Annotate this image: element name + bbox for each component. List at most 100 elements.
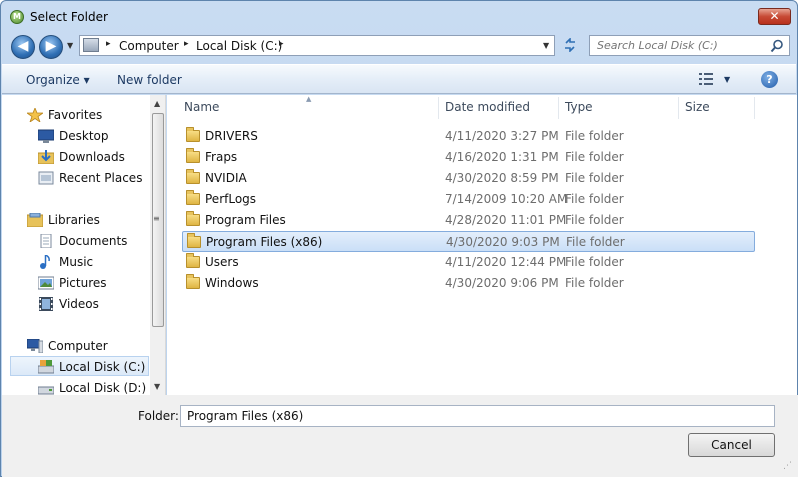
address-bar[interactable]: ▸ Computer ▸ Local Disk (C:) ▸ ▼ <box>79 35 555 56</box>
forward-button[interactable]: ▶ <box>39 35 63 59</box>
sidebar-item-label: Desktop <box>59 129 109 143</box>
column-divider[interactable] <box>678 97 679 119</box>
back-button[interactable]: ◀ <box>11 35 35 59</box>
folder-type: File folder <box>565 192 624 206</box>
title-bar[interactable]: M Select Folder ✕ <box>1 1 797 31</box>
breadcrumb-separator[interactable]: ▸ <box>279 39 284 49</box>
sidebar-scrollbar[interactable]: ▲ ≡ ▼ <box>150 95 165 395</box>
folder-type: File folder <box>565 129 624 143</box>
resize-grip-icon[interactable]: ⋰ <box>783 461 792 471</box>
folder-date: 4/30/2020 8:59 PM <box>445 171 559 185</box>
search-icon[interactable] <box>770 39 784 53</box>
folder-name: Windows <box>205 276 259 290</box>
drive-icon <box>38 360 54 374</box>
column-divider[interactable] <box>754 97 755 119</box>
window-title: Select Folder <box>30 10 108 24</box>
help-icon[interactable]: ? <box>761 71 778 88</box>
sidebar-item-pictures[interactable]: Pictures <box>2 273 149 293</box>
sidebar-item-label: Favorites <box>48 108 103 122</box>
cancel-button[interactable]: Cancel <box>688 433 775 457</box>
sidebar-group-favorites[interactable]: Favorites <box>2 105 149 125</box>
folder-icon <box>186 253 200 268</box>
column-divider[interactable] <box>438 97 439 119</box>
folder-icon <box>186 169 200 184</box>
folder-type: File folder <box>565 255 624 269</box>
folder-row[interactable]: Windows 4/30/2020 9:06 PM File folder <box>182 273 755 294</box>
recent-places-icon <box>38 171 54 185</box>
computer-icon <box>27 339 43 353</box>
folder-row[interactable]: Fraps 4/16/2020 1:31 PM File folder <box>182 147 755 168</box>
sidebar-item-local-disk-d[interactable]: Local Disk (D:) <box>2 378 149 395</box>
sidebar-group-libraries[interactable]: Libraries <box>2 210 149 230</box>
folder-date: 4/11/2020 12:44 PM <box>445 255 567 269</box>
recent-locations-dropdown[interactable]: ▼ <box>67 41 73 50</box>
folder-row[interactable]: Program Files 4/28/2020 11:01 PM File fo… <box>182 210 755 231</box>
folder-row[interactable]: Users 4/11/2020 12:44 PM File folder <box>182 252 755 273</box>
sidebar-item-desktop[interactable]: Desktop <box>2 126 149 146</box>
breadcrumb-separator[interactable]: ▸ <box>106 39 111 49</box>
pictures-icon <box>38 276 54 290</box>
scrollbar-grip-icon: ≡ <box>153 214 160 223</box>
folder-name: Program Files (x86) <box>206 235 323 249</box>
views-icon[interactable] <box>699 73 713 85</box>
sidebar-item-local-disk-c[interactable]: Local Disk (C:) <box>10 356 149 376</box>
new-folder-button[interactable]: New folder <box>117 73 182 87</box>
sidebar-item-recent-places[interactable]: Recent Places <box>2 168 149 188</box>
music-icon <box>40 255 50 269</box>
scroll-up-icon[interactable]: ▲ <box>154 99 160 108</box>
libraries-icon <box>27 213 43 227</box>
folder-type: File folder <box>565 171 624 185</box>
sidebar-item-music[interactable]: Music <box>2 252 149 272</box>
sidebar-item-label: Local Disk (D:) <box>59 381 147 395</box>
folder-date: 4/28/2020 11:01 PM <box>445 213 567 227</box>
command-toolbar: Organize ▾ New folder ▼ ? <box>2 64 796 94</box>
folder-icon <box>186 190 200 205</box>
close-button[interactable]: ✕ <box>758 8 791 25</box>
search-box[interactable] <box>589 35 790 56</box>
folder-row[interactable]: PerfLogs 7/14/2009 10:20 AM File folder <box>182 189 755 210</box>
sidebar-item-label: Computer <box>48 339 108 353</box>
sidebar-item-label: Downloads <box>59 150 125 164</box>
search-input[interactable] <box>590 36 766 55</box>
videos-icon <box>39 297 53 311</box>
folder-date: 7/14/2009 10:20 AM <box>445 192 568 206</box>
folder-name: Users <box>205 255 239 269</box>
app-icon: M <box>10 10 24 24</box>
folder-type: File folder <box>565 213 624 227</box>
sidebar-item-label: Documents <box>59 234 128 248</box>
computer-location-icon <box>83 38 99 52</box>
sidebar-group-computer[interactable]: Computer <box>2 336 149 356</box>
column-header-date-modified[interactable]: Date modified <box>445 100 530 114</box>
column-header-size[interactable]: Size <box>685 100 710 114</box>
folder-row[interactable]: DRIVERS 4/11/2020 3:27 PM File folder <box>182 126 755 147</box>
refresh-button[interactable] <box>559 35 581 56</box>
file-list: ▲ Name Date modified Type Size DRIVERS 4… <box>167 95 797 395</box>
column-header-type[interactable]: Type <box>565 100 593 114</box>
folder-date: 4/30/2020 9:03 PM <box>446 235 560 249</box>
sidebar-item-documents[interactable]: Documents <box>2 231 149 251</box>
sidebar-item-downloads[interactable]: Downloads <box>2 147 149 167</box>
dialog-footer: Folder: Cancel ⋰ <box>2 395 798 477</box>
address-dropdown-icon[interactable]: ▼ <box>543 41 549 50</box>
select-folder-dialog: M Select Folder ✕ ◀ ▶ ▼ ▸ Computer ▸ Loc… <box>0 0 798 477</box>
views-dropdown-icon[interactable]: ▼ <box>724 75 730 84</box>
sidebar-item-label: Recent Places <box>59 171 143 185</box>
folder-name-field[interactable] <box>180 405 775 427</box>
breadcrumb-separator[interactable]: ▸ <box>184 39 189 49</box>
sidebar-item-label: Music <box>59 255 94 269</box>
sidebar-item-label: Pictures <box>59 276 107 290</box>
folder-row[interactable]: NVIDIA 4/30/2020 8:59 PM File folder <box>182 168 755 189</box>
breadcrumb-computer[interactable]: Computer <box>119 39 179 53</box>
folder-label: Folder: <box>138 409 179 423</box>
organize-button[interactable]: Organize ▾ <box>26 73 90 87</box>
sidebar-item-label: Libraries <box>48 213 100 227</box>
scroll-down-icon[interactable]: ▼ <box>154 382 160 391</box>
folder-type: File folder <box>565 150 624 164</box>
folder-row-selected[interactable]: Program Files (x86) 4/30/2020 9:03 PM Fi… <box>182 231 755 252</box>
column-header-name[interactable]: Name <box>184 100 219 114</box>
sidebar-item-videos[interactable]: Videos <box>2 294 149 314</box>
breadcrumb-local-disk-c[interactable]: Local Disk (C:) <box>196 39 282 53</box>
column-divider[interactable] <box>558 97 559 119</box>
folder-date: 4/30/2020 9:06 PM <box>445 276 559 290</box>
folder-date: 4/11/2020 3:27 PM <box>445 129 559 143</box>
